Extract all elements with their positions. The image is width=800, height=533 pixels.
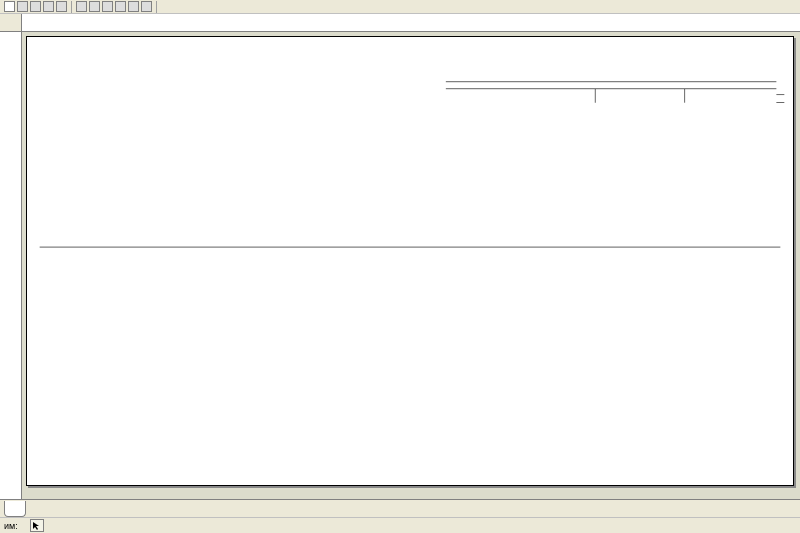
ruler-corner bbox=[0, 14, 22, 32]
separator bbox=[71, 1, 72, 13]
main-toolbar bbox=[0, 0, 800, 14]
power-rails bbox=[446, 82, 784, 103]
canvas[interactable] bbox=[22, 32, 800, 499]
status-prefix: им: bbox=[4, 521, 18, 531]
tool-8[interactable] bbox=[115, 1, 126, 12]
horizontal-ruler bbox=[22, 14, 800, 32]
tool-10[interactable] bbox=[141, 1, 152, 12]
tool-3[interactable] bbox=[43, 1, 54, 12]
status-bar: им: bbox=[0, 517, 800, 533]
separator bbox=[156, 1, 157, 13]
page-tab[interactable] bbox=[4, 501, 26, 517]
tool-2[interactable] bbox=[30, 1, 41, 12]
tool-7[interactable] bbox=[102, 1, 113, 12]
tool-9[interactable] bbox=[128, 1, 139, 12]
tool-6[interactable] bbox=[89, 1, 100, 12]
vertical-ruler bbox=[0, 32, 22, 499]
tool-1[interactable] bbox=[17, 1, 28, 12]
schematic-svg bbox=[27, 37, 793, 485]
tool-4[interactable] bbox=[56, 1, 67, 12]
tool-select[interactable] bbox=[4, 1, 15, 12]
tool-5[interactable] bbox=[76, 1, 87, 12]
page-tab-bar bbox=[0, 499, 800, 517]
schematic-sheet[interactable] bbox=[26, 36, 794, 486]
cursor-tool-icon[interactable] bbox=[30, 519, 44, 532]
